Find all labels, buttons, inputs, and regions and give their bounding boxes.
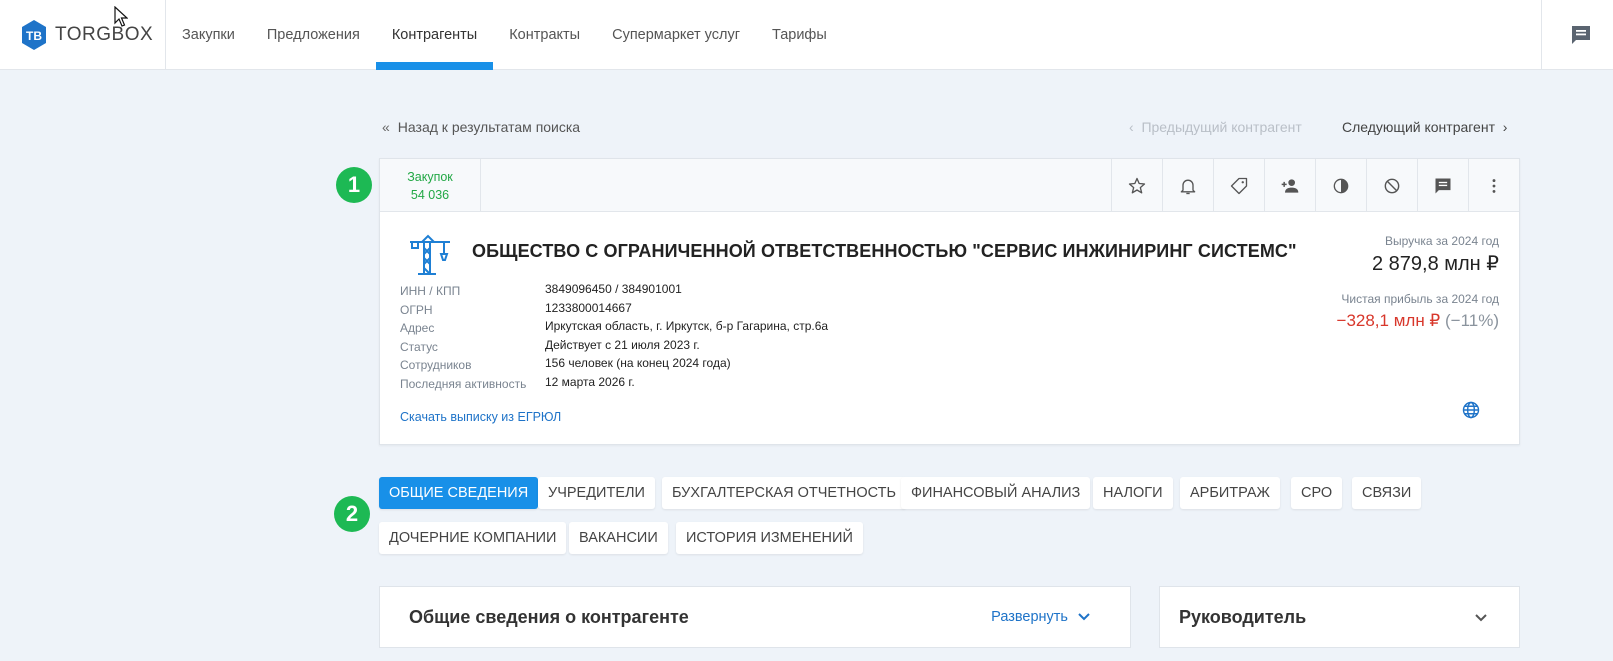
info-label: ИНН / КПП bbox=[400, 284, 461, 298]
info-value: Иркутская область, г. Иркутск, б-р Гагар… bbox=[545, 319, 829, 333]
previous-counterparty-label: Предыдущий контрагент bbox=[1141, 119, 1302, 135]
purchases-count: 54 036 bbox=[410, 188, 450, 202]
chevron-right-icon: › bbox=[1495, 119, 1508, 135]
info-value: 156 человек (на конец 2024 года) bbox=[545, 356, 731, 370]
comment-icon bbox=[1435, 178, 1451, 193]
net-profit-label: Чистая прибыль за 2024 год bbox=[1341, 292, 1499, 306]
add-person-icon bbox=[1281, 178, 1299, 193]
info-row-status: Статус Действует с 21 июля 2023 г. bbox=[400, 338, 828, 357]
nav-item-offers[interactable]: Предложения bbox=[251, 0, 376, 70]
tab-connections[interactable]: СВЯЗИ bbox=[1352, 477, 1422, 509]
net-profit-value: −328,1 млн ₽ (−11%) bbox=[1337, 311, 1499, 331]
crane-icon bbox=[410, 234, 450, 275]
download-egrul-link[interactable]: Скачать выписку из ЕГРЮЛ bbox=[400, 410, 561, 424]
general-info-panel: Общие сведения о контрагенте Развернуть bbox=[379, 586, 1131, 648]
chevron-down-icon[interactable] bbox=[1475, 614, 1487, 622]
info-label: Адрес bbox=[400, 321, 435, 335]
nav-item-contracts[interactable]: Контракты bbox=[493, 0, 596, 70]
more-vertical-icon bbox=[1492, 178, 1496, 193]
net-profit-amount: −328,1 млн ₽ bbox=[1336, 311, 1441, 330]
next-counterparty-label: Следующий контрагент bbox=[1342, 119, 1495, 135]
expand-label: Развернуть bbox=[991, 609, 1068, 625]
tab-accounting[interactable]: БУХГАЛТЕРСКАЯ ОТЧЕТНОСТЬ bbox=[662, 477, 907, 509]
tab-general-info[interactable]: ОБЩИЕ СВЕДЕНИЯ bbox=[379, 477, 539, 509]
chat-icon[interactable] bbox=[1568, 23, 1594, 47]
company-card: Закупок 54 036 ОБЩЕСТВО С ОГРАНИЧЕННОЙ О… bbox=[379, 158, 1520, 445]
bell-icon bbox=[1180, 179, 1196, 194]
company-title: ОБЩЕСТВО С ОГРАНИЧЕННОЙ ОТВЕТСТВЕННОСТЬЮ… bbox=[472, 241, 1297, 261]
favorite-button[interactable] bbox=[1111, 159, 1162, 212]
purchases-counter[interactable]: Закупок 54 036 bbox=[380, 159, 481, 212]
step-badge-1: 1 bbox=[336, 167, 372, 203]
info-row-address: Адрес Иркутская область, г. Иркутск, б-р… bbox=[400, 319, 828, 338]
director-title: Руководитель bbox=[1179, 607, 1307, 627]
tab-change-history[interactable]: ИСТОРИЯ ИЗМЕНЕНИЙ bbox=[676, 522, 863, 554]
director-panel: Руководитель bbox=[1159, 586, 1520, 648]
company-info: ИНН / КПП 3849096450 / 384901001 ОГРН 12… bbox=[400, 282, 828, 393]
info-row-inn: ИНН / КПП 3849096450 / 384901001 bbox=[400, 282, 828, 301]
back-to-results-link[interactable]: « Назад к результатам поиска bbox=[382, 119, 580, 135]
chevron-left-icon: ‹ bbox=[1129, 119, 1142, 135]
compare-button[interactable] bbox=[1315, 159, 1366, 212]
previous-counterparty-link[interactable]: ‹ Предыдущий контрагент bbox=[1129, 119, 1302, 135]
general-info-title: Общие сведения о контрагенте bbox=[409, 607, 689, 627]
more-button[interactable] bbox=[1468, 159, 1519, 212]
globe-icon[interactable] bbox=[1461, 400, 1481, 420]
nav-item-purchases[interactable]: Закупки bbox=[166, 0, 251, 70]
info-value: 3849096450 / 384901001 bbox=[545, 282, 682, 296]
block-icon bbox=[1384, 178, 1400, 193]
info-row-employees: Сотрудников 156 человек (на конец 2024 г… bbox=[400, 356, 828, 375]
tab-taxes[interactable]: НАЛОГИ bbox=[1093, 477, 1173, 509]
step-badge-2: 2 bbox=[334, 496, 370, 532]
back-to-results-label: Назад к результатам поиска bbox=[397, 119, 581, 135]
tab-financial-analysis[interactable]: ФИНАНСОВЫЙ АНАЛИЗ bbox=[901, 477, 1091, 509]
nav-item-counterparties[interactable]: Контрагенты bbox=[375, 0, 494, 70]
contrast-icon bbox=[1333, 178, 1349, 193]
card-header: Закупок 54 036 bbox=[380, 159, 1519, 212]
tag-button[interactable] bbox=[1213, 159, 1264, 212]
info-label: ОГРН bbox=[400, 302, 433, 317]
top-navigation-bar: ТВ TORGBOX Закупки Предложения Контраген… bbox=[0, 0, 1613, 70]
card-toolbar bbox=[1111, 159, 1519, 212]
tab-arbitration[interactable]: АРБИТРАЖ bbox=[1180, 477, 1280, 509]
info-label: Статус bbox=[400, 339, 438, 354]
nav-item-services-market[interactable]: Супермаркет услуг bbox=[596, 0, 756, 70]
info-label: Последняя активность bbox=[400, 376, 527, 391]
revenue-label: Выручка за 2024 год bbox=[1384, 234, 1499, 248]
nav-item-tariffs[interactable]: Тарифы bbox=[756, 0, 843, 70]
block-button[interactable] bbox=[1366, 159, 1417, 212]
add-contact-button[interactable] bbox=[1264, 159, 1315, 212]
tab-subsidiaries[interactable]: ДОЧЕРНИЕ КОМПАНИИ bbox=[379, 522, 567, 554]
logo[interactable]: ТВ TORGBOX bbox=[20, 19, 153, 51]
revenue-value: 2 879,8 млн ₽ bbox=[1371, 253, 1499, 275]
double-chevron-left-icon: « bbox=[382, 119, 390, 135]
info-value: Действует с 21 июля 2023 г. bbox=[545, 337, 700, 352]
info-label: Сотрудников bbox=[400, 358, 472, 372]
purchases-label: Закупок bbox=[407, 170, 453, 184]
tag-icon bbox=[1230, 177, 1248, 194]
star-icon bbox=[1128, 177, 1146, 193]
chat-divider bbox=[1541, 0, 1542, 70]
notify-button[interactable] bbox=[1162, 159, 1213, 212]
comment-button[interactable] bbox=[1417, 159, 1468, 212]
net-profit-percent: (−11%) bbox=[1444, 311, 1499, 330]
chevron-down-icon bbox=[1078, 613, 1090, 621]
expand-button[interactable]: Развернуть bbox=[991, 609, 1090, 625]
info-row-ogrn: ОГРН 1233800014667 bbox=[400, 301, 828, 320]
main-nav: Закупки Предложения Контрагенты Контракт… bbox=[166, 0, 843, 70]
logo-text: TORGBOX bbox=[55, 24, 154, 45]
info-value: 1233800014667 bbox=[545, 300, 632, 315]
logo-badge-icon: ТВ bbox=[22, 20, 46, 50]
info-row-last-activity: Последняя активность 12 марта 2026 г. bbox=[400, 375, 828, 394]
tab-sro[interactable]: СРО bbox=[1291, 477, 1343, 509]
tab-founders[interactable]: УЧРЕДИТЕЛИ bbox=[538, 477, 655, 509]
mouse-cursor-icon bbox=[114, 6, 128, 27]
next-counterparty-link[interactable]: Следующий контрагент › bbox=[1342, 119, 1507, 135]
tab-vacancies[interactable]: ВАКАНСИИ bbox=[569, 522, 668, 554]
svg-text:ТВ: ТВ bbox=[26, 29, 42, 43]
info-value: 12 марта 2026 г. bbox=[545, 374, 635, 389]
